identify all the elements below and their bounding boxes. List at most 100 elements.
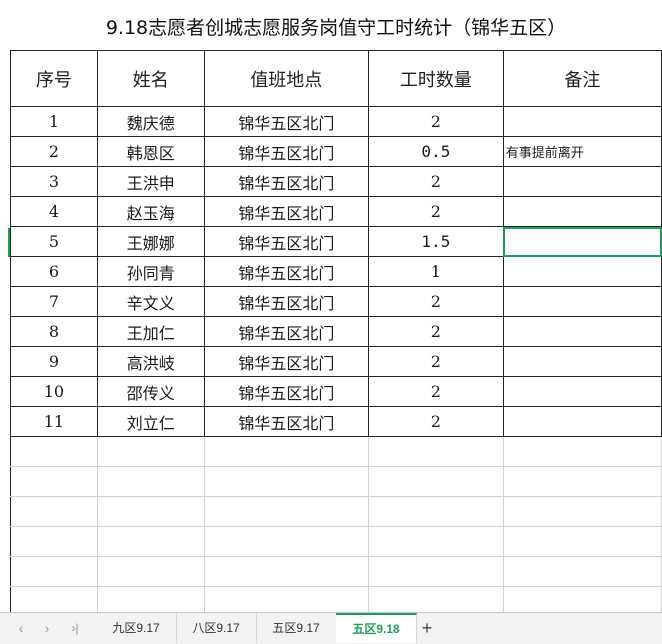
cell-name[interactable]: 王加仁: [96, 316, 205, 347]
cell-index[interactable]: 11: [10, 406, 98, 437]
cell-index[interactable]: 8: [10, 316, 98, 347]
cell-hours[interactable]: 0.5: [368, 136, 504, 167]
empty-cell[interactable]: [203, 586, 370, 612]
empty-cell[interactable]: [96, 556, 205, 587]
empty-cell[interactable]: [96, 496, 205, 527]
cell-note[interactable]: 有事提前离开: [502, 136, 662, 167]
empty-cell[interactable]: [368, 496, 504, 527]
cell-name[interactable]: 孙同青: [96, 256, 205, 287]
empty-cell[interactable]: [368, 436, 504, 467]
header-cell-note[interactable]: 备注: [502, 50, 662, 107]
cell-name[interactable]: 刘立仁: [96, 406, 205, 437]
empty-cell[interactable]: [10, 496, 98, 527]
empty-cell[interactable]: [96, 466, 205, 497]
cell-hours[interactable]: 2: [368, 406, 504, 437]
header-cell-name[interactable]: 姓名: [96, 50, 205, 107]
cell-note[interactable]: [502, 346, 662, 377]
cell-place[interactable]: 锦华五区北门: [203, 196, 370, 227]
cell-hours[interactable]: 2: [368, 286, 504, 317]
tab-wuqu-9-18[interactable]: 五区9.18: [336, 613, 417, 643]
cell-place[interactable]: 锦华五区北门: [203, 406, 370, 437]
cell-note[interactable]: [502, 166, 662, 197]
empty-cell[interactable]: [502, 526, 662, 557]
empty-cell[interactable]: [368, 466, 504, 497]
empty-cell[interactable]: [96, 526, 205, 557]
cell-hours[interactable]: 2: [368, 166, 504, 197]
empty-cell[interactable]: [96, 436, 205, 467]
cell-index[interactable]: 4: [10, 196, 98, 227]
cell-place[interactable]: 锦华五区北门: [203, 106, 370, 137]
empty-cell[interactable]: [10, 436, 98, 467]
cell-note[interactable]: [502, 256, 662, 287]
cell-index[interactable]: 10: [10, 376, 98, 407]
cell-note[interactable]: [502, 286, 662, 317]
spreadsheet-area[interactable]: 9.18志愿者创城志愿服务岗值守工时统计（锦华五区） 序号 姓名 值班地点 工时…: [0, 0, 662, 612]
cell-place[interactable]: 锦华五区北门: [203, 166, 370, 197]
cell-note[interactable]: [502, 376, 662, 407]
cell-place[interactable]: 锦华五区北门: [203, 256, 370, 287]
cell-hours[interactable]: 2: [368, 106, 504, 137]
cell-hours[interactable]: 2: [368, 316, 504, 347]
cell-name[interactable]: 王娜娜: [96, 226, 205, 257]
header-cell-place[interactable]: 值班地点: [203, 50, 370, 107]
cell-place[interactable]: 锦华五区北门: [203, 226, 370, 257]
empty-cell[interactable]: [203, 496, 370, 527]
cell-name[interactable]: 邵传义: [96, 376, 205, 407]
cell-name[interactable]: 魏庆德: [96, 106, 205, 137]
tab-jiuqu-9-17[interactable]: 九区9.17: [96, 613, 177, 643]
cell-name[interactable]: 韩恩区: [96, 136, 205, 167]
empty-cell[interactable]: [502, 556, 662, 587]
cell-note[interactable]: [502, 226, 662, 257]
cell-note[interactable]: [502, 406, 662, 437]
empty-cell[interactable]: [203, 526, 370, 557]
cell-index[interactable]: 9: [10, 346, 98, 377]
tab-wuqu-9-17[interactable]: 五区9.17: [256, 613, 337, 643]
empty-cell[interactable]: [96, 586, 205, 612]
cell-name[interactable]: 赵玉海: [96, 196, 205, 227]
cell-index[interactable]: 2: [10, 136, 98, 167]
cell-place[interactable]: 锦华五区北门: [203, 286, 370, 317]
empty-cell[interactable]: [10, 526, 98, 557]
cell-place[interactable]: 锦华五区北门: [203, 136, 370, 167]
cell-hours[interactable]: 2: [368, 196, 504, 227]
empty-cell[interactable]: [502, 436, 662, 467]
empty-cell[interactable]: [10, 586, 98, 612]
cell-hours[interactable]: 2: [368, 346, 504, 377]
sheet-title[interactable]: 9.18志愿者创城志愿服务岗值守工时统计（锦华五区）: [10, 6, 662, 50]
empty-cell[interactable]: [368, 556, 504, 587]
empty-cell[interactable]: [203, 436, 370, 467]
cell-index[interactable]: 7: [10, 286, 98, 317]
empty-cell[interactable]: [10, 466, 98, 497]
cell-index[interactable]: 6: [10, 256, 98, 287]
cell-index[interactable]: 5: [10, 226, 98, 257]
cell-index[interactable]: 1: [10, 106, 98, 137]
add-sheet-icon[interactable]: +: [416, 616, 438, 640]
cell-place[interactable]: 锦华五区北门: [203, 316, 370, 347]
empty-cell[interactable]: [368, 586, 504, 612]
cell-note[interactable]: [502, 106, 662, 137]
empty-cell[interactable]: [10, 556, 98, 587]
cell-note[interactable]: [502, 196, 662, 227]
cell-name[interactable]: 王洪申: [96, 166, 205, 197]
empty-cell[interactable]: [502, 496, 662, 527]
empty-cell[interactable]: [368, 526, 504, 557]
chevron-right-icon[interactable]: ›: [38, 619, 56, 637]
cell-place[interactable]: 锦华五区北门: [203, 376, 370, 407]
empty-cell[interactable]: [502, 466, 662, 497]
cell-hours[interactable]: 1: [368, 256, 504, 287]
header-cell-hours[interactable]: 工时数量: [368, 50, 504, 107]
empty-cell[interactable]: [502, 586, 662, 612]
cell-hours[interactable]: 1.5: [368, 226, 504, 257]
cell-note[interactable]: [502, 316, 662, 347]
cell-name[interactable]: 高洪岐: [96, 346, 205, 377]
empty-cell[interactable]: [203, 466, 370, 497]
cell-index[interactable]: 3: [10, 166, 98, 197]
tab-baqu-9-17[interactable]: 八区9.17: [176, 613, 257, 643]
chevron-left-icon[interactable]: ‹: [12, 619, 30, 637]
empty-cell[interactable]: [203, 556, 370, 587]
header-cell-index[interactable]: 序号: [10, 50, 98, 107]
last-page-icon[interactable]: ›|: [64, 619, 86, 637]
cell-place[interactable]: 锦华五区北门: [203, 346, 370, 377]
cell-hours[interactable]: 2: [368, 376, 504, 407]
cell-name[interactable]: 辛文义: [96, 286, 205, 317]
